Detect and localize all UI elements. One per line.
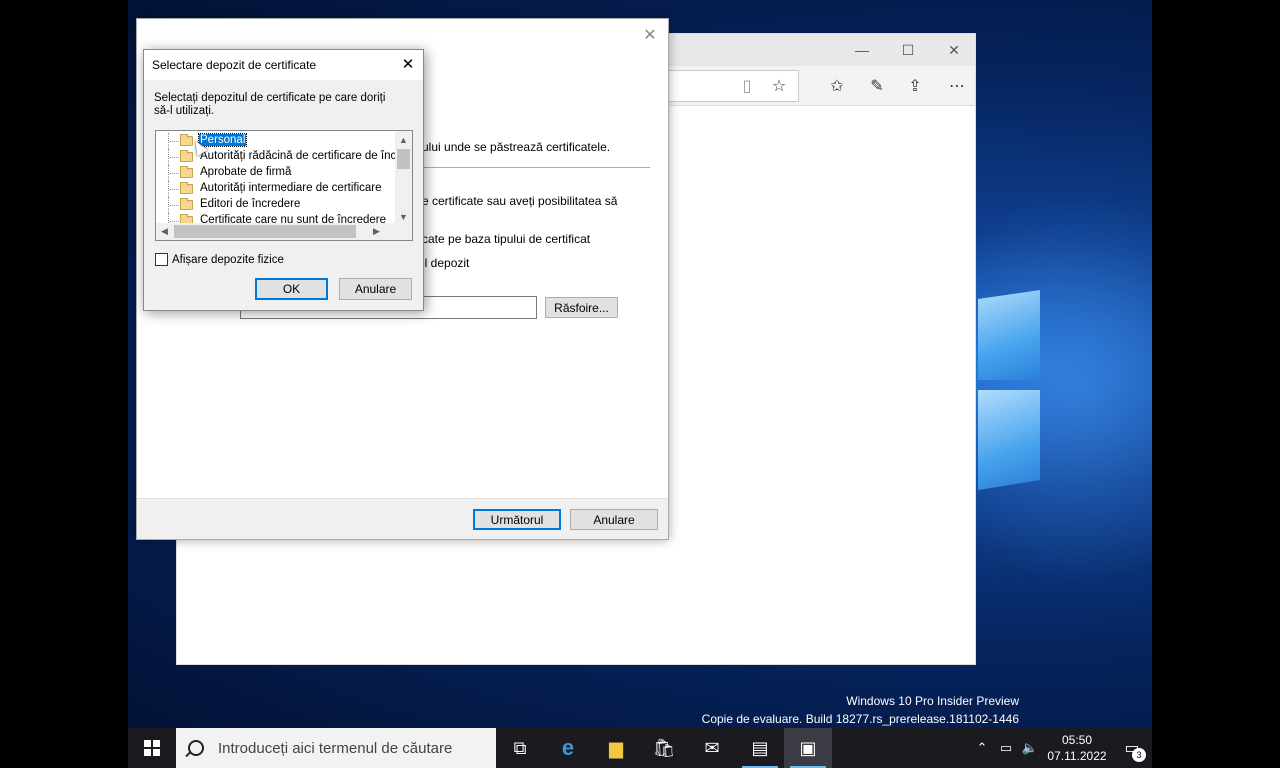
file-explorer-icon[interactable]: ▆ bbox=[592, 728, 640, 768]
dialog-close-button[interactable]: ✕ bbox=[399, 55, 417, 73]
edge-taskbar-icon[interactable]: e bbox=[544, 728, 592, 768]
taskbar-search-box[interactable]: Introduceți aici termenul de căutare bbox=[176, 728, 496, 768]
volume-icon[interactable]: 🔈 bbox=[1018, 740, 1042, 756]
search-icon bbox=[188, 740, 204, 756]
show-physical-stores-label: Afișare depozite fizice bbox=[172, 253, 284, 266]
tree-connector bbox=[169, 157, 179, 158]
edge-maximize-button[interactable]: ☐ bbox=[885, 34, 931, 66]
more-icon[interactable]: ⋯ bbox=[945, 74, 969, 98]
wizard-radio-auto-label[interactable]: cate pe baza tipului de certificat bbox=[422, 232, 590, 246]
notification-count-badge: 3 bbox=[1132, 748, 1146, 762]
wizard-cancel-button[interactable]: Anulare bbox=[570, 509, 658, 530]
wizard-radio-manual-label[interactable]: il depozit bbox=[422, 256, 469, 270]
wizard-auto-select-text: e certificate sau aveți posibilitatea să bbox=[422, 194, 618, 208]
clock[interactable]: 05:50 07.11.2022 bbox=[1042, 732, 1112, 764]
system-tray: ⌃ ▭ 🔈 05:50 07.11.2022 ▭ 3 bbox=[970, 728, 1152, 768]
tree-item-label: Editori de încredere bbox=[200, 198, 301, 210]
tree-item-label: Aprobate de firmă bbox=[200, 166, 292, 178]
tree-item[interactable]: Aprobate de firmă bbox=[156, 165, 396, 181]
tree-item-label: Autorități intermediare de certificare bbox=[200, 182, 382, 194]
pen-notes-icon[interactable]: ✎ bbox=[865, 74, 889, 98]
vertical-scroll-thumb[interactable] bbox=[397, 149, 410, 169]
folder-icon bbox=[180, 198, 193, 210]
scroll-up-icon[interactable]: ▲ bbox=[395, 131, 412, 148]
tree-connector bbox=[169, 141, 179, 142]
windows-logo-wallpaper bbox=[978, 240, 1152, 540]
tree-item-label: Personal bbox=[197, 133, 248, 147]
wizard-store-location-text: ului unde se păstrează certificatele. bbox=[422, 140, 611, 154]
dialog-titlebar[interactable]: Selectare depozit de certificate ✕ bbox=[144, 50, 423, 80]
task-view-icon[interactable]: ⧉ bbox=[496, 728, 544, 768]
show-hidden-icons-icon[interactable]: ⌃ bbox=[970, 740, 994, 756]
dialog-cancel-button[interactable]: Anulare bbox=[339, 278, 412, 300]
clock-time: 05:50 bbox=[1061, 733, 1093, 747]
certificate-import-wizard-icon[interactable]: ▣ bbox=[784, 728, 832, 768]
tree-item-label: Autorități rădăcină de certificare de în… bbox=[200, 150, 407, 162]
select-certificate-store-dialog[interactable]: Selectare depozit de certificate ✕ Selec… bbox=[143, 49, 424, 311]
dialog-title: Selectare depozit de certificate bbox=[152, 58, 317, 72]
horizontal-scroll-thumb[interactable] bbox=[174, 225, 356, 238]
tree-vertical-scrollbar[interactable]: ▲ ▼ bbox=[395, 131, 412, 225]
mail-icon[interactable]: ✉ bbox=[688, 728, 736, 768]
scroll-corner bbox=[395, 223, 412, 240]
store-icon[interactable]: 🛍 bbox=[640, 728, 688, 768]
start-button[interactable] bbox=[128, 728, 176, 768]
dialog-description: Selectați depozitul de certificate pe ca… bbox=[154, 92, 386, 117]
taskbar: Introduceți aici termenul de căutare ⧉ e… bbox=[128, 728, 1152, 768]
reading-view-icon[interactable]: ▯ bbox=[735, 74, 759, 98]
browse-button[interactable]: Răsfoire... bbox=[545, 297, 618, 318]
tree-connector bbox=[169, 173, 179, 174]
network-icon[interactable]: ▭ bbox=[994, 740, 1018, 756]
watermark-edition: Windows 10 Pro Insider Preview bbox=[846, 694, 1019, 708]
dialog-body: Selectați depozitul de certificate pe ca… bbox=[144, 80, 423, 312]
show-physical-stores-option[interactable]: Afișare depozite fizice bbox=[155, 253, 284, 266]
wizard-footer: Următorul Anulare bbox=[137, 498, 668, 539]
clock-date: 07.11.2022 bbox=[1047, 749, 1107, 763]
edge-close-button[interactable]: ✕ bbox=[931, 34, 977, 66]
tree-item[interactable]: Autorități rădăcină de certificare de în… bbox=[156, 149, 406, 165]
favorite-star-icon[interactable]: ☆ bbox=[767, 74, 791, 98]
scroll-right-icon[interactable]: ▶ bbox=[368, 223, 385, 240]
show-physical-stores-checkbox[interactable] bbox=[155, 253, 168, 266]
wizard-close-button[interactable]: ✕ bbox=[638, 25, 662, 45]
tree-item[interactable]: Autorități intermediare de certificare bbox=[156, 181, 396, 197]
folder-icon bbox=[180, 150, 193, 162]
folder-icon bbox=[180, 182, 193, 194]
tree-horizontal-scrollbar[interactable]: ◀ ▶ bbox=[156, 223, 397, 240]
search-placeholder: Introduceți aici termenul de căutare bbox=[218, 739, 453, 757]
edge-minimize-button[interactable]: — bbox=[839, 34, 885, 66]
favorites-hub-icon[interactable]: ✩ bbox=[825, 74, 849, 98]
action-center-icon[interactable]: ▭ 3 bbox=[1112, 728, 1152, 768]
tree-connector bbox=[169, 189, 179, 190]
folder-icon bbox=[180, 166, 193, 178]
tree-connector bbox=[169, 221, 179, 222]
windows-start-icon bbox=[144, 740, 160, 756]
watermark-build: Copie de evaluare. Build 18277.rs_prerel… bbox=[701, 712, 1019, 726]
scroll-left-icon[interactable]: ◀ bbox=[156, 223, 173, 240]
next-button[interactable]: Următorul bbox=[473, 509, 561, 530]
certificate-manager-icon[interactable]: ▤ bbox=[736, 728, 784, 768]
ok-button[interactable]: OK bbox=[255, 278, 328, 300]
tree-connector bbox=[169, 205, 179, 206]
share-icon[interactable]: ⇪ bbox=[903, 74, 927, 98]
tree-item[interactable]: Editori de încredere bbox=[156, 197, 396, 213]
